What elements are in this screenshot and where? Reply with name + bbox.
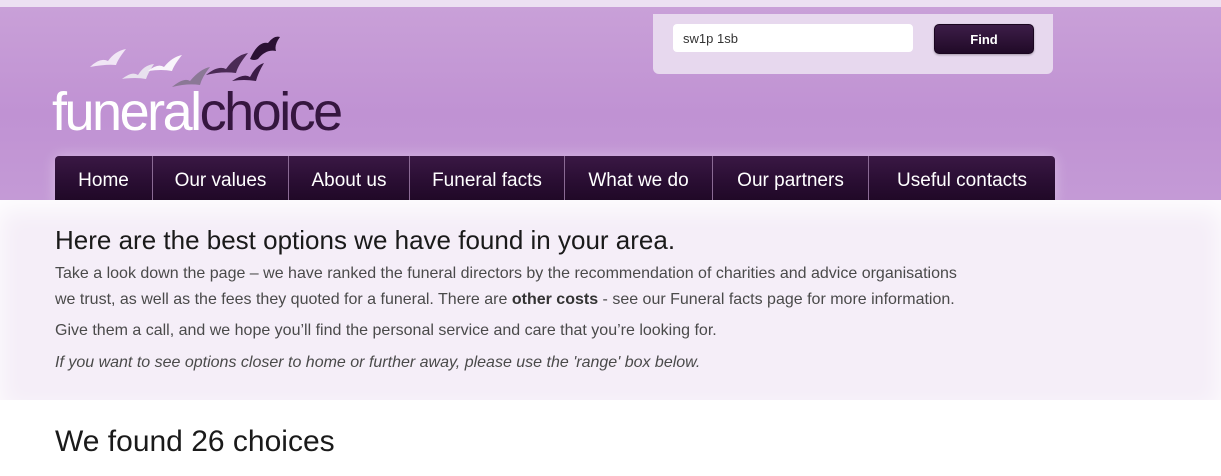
nav-item-funeral-facts[interactable]: Funeral facts — [410, 156, 565, 206]
postcode-search-panel: Find — [653, 14, 1053, 74]
intro-ranking-line1: Take a look down the page – we have rank… — [55, 265, 957, 282]
intro-paragraph-ranking: Take a look down the page – we have rank… — [55, 261, 957, 313]
intro-ranking-line2-start: we trust, as well as the fees they quote… — [55, 291, 512, 308]
nav-item-our-values[interactable]: Our values — [153, 156, 289, 206]
find-button[interactable]: Find — [934, 24, 1034, 54]
postcode-search-input[interactable] — [673, 24, 913, 52]
funeralchoice-logo[interactable]: funeralchoice — [52, 35, 392, 140]
results-count-title: We found 26 choices — [55, 425, 335, 458]
nav-item-useful-contacts[interactable]: Useful contacts — [869, 156, 1055, 206]
site-header: funeralchoice Find Home Our values About… — [0, 0, 1221, 206]
intro-paragraph-call: Give them a call, and we hope you’ll fin… — [55, 322, 717, 339]
nav-item-what-we-do[interactable]: What we do — [565, 156, 713, 206]
logo-word-funeral: funeral — [52, 82, 202, 142]
intro-heading: Here are the best options we have found … — [55, 225, 676, 255]
other-costs-link[interactable]: other costs — [512, 291, 598, 308]
nav-item-our-partners[interactable]: Our partners — [713, 156, 869, 206]
results-intro: Here are the best options we have found … — [0, 200, 1221, 400]
nav-item-about-us[interactable]: About us — [289, 156, 410, 206]
logo-word-choice: choice — [199, 82, 344, 142]
intro-paragraph-range-hint: If you want to see options closer to hom… — [55, 354, 701, 371]
logo-wordmark: funeralchoice — [52, 82, 344, 142]
main-nav: Home Our values About us Funeral facts W… — [55, 156, 1055, 206]
nav-item-home[interactable]: Home — [55, 156, 153, 206]
intro-ranking-line2-end: - see our Funeral facts page for more in… — [598, 291, 955, 308]
